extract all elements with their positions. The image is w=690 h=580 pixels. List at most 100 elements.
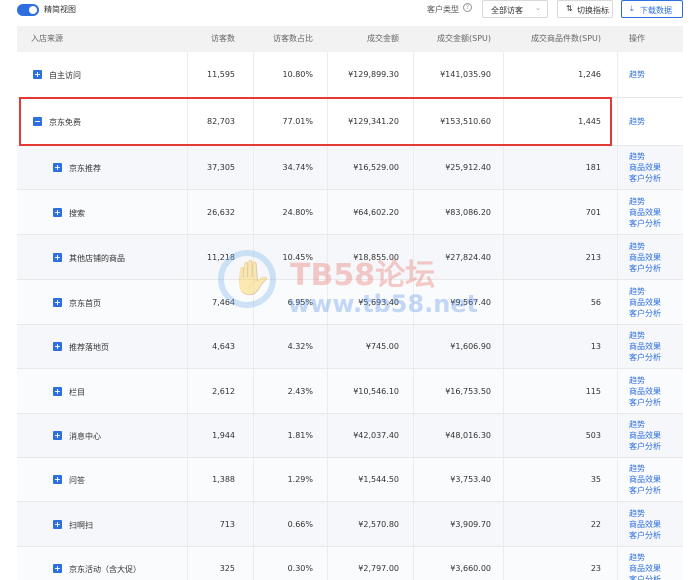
download-icon: ⤓ xyxy=(630,4,634,13)
actions-cell: 趋势 xyxy=(629,69,645,80)
actions-cell: 趋势 商品效果 客户分析 xyxy=(629,241,661,274)
cell-source: 京东推荐 xyxy=(69,164,101,173)
expand-icon[interactable]: + xyxy=(53,475,62,484)
header-actions: 操作 xyxy=(629,34,645,43)
action-link[interactable]: 趋势 xyxy=(629,552,661,563)
action-link[interactable]: 客户分析 xyxy=(629,173,661,184)
cell-amount-spu: ¥153,510.60 xyxy=(440,117,491,126)
action-link[interactable]: 客户分析 xyxy=(629,574,661,580)
action-link[interactable]: 趋势 xyxy=(629,196,661,207)
action-link[interactable]: 客户分析 xyxy=(629,530,661,541)
action-link[interactable]: 客户分析 xyxy=(629,218,661,229)
cell-ratio: 6.95% xyxy=(287,298,313,307)
action-link[interactable]: 趋势 xyxy=(629,241,661,252)
cell-visitors: 1,944 xyxy=(212,431,235,440)
table-row: + 搜索 26,632 24.80% ¥64,602.20 ¥83,086.20 701 趋势… xyxy=(17,190,683,235)
action-link[interactable]: 商品效果 xyxy=(629,474,661,485)
action-link[interactable]: 商品效果 xyxy=(629,386,661,397)
cell-source: 问答 xyxy=(69,476,85,485)
table-row: + 消息中心 1,944 1.81% ¥42,037.40 ¥48,016.30 503 趋势… xyxy=(17,414,683,458)
customer-type-value: 全部访客 xyxy=(491,6,523,15)
table-row: + 京东首页 7,464 6.95% ¥5,693.40 ¥9,567.40 56 趋势 商品效… xyxy=(17,280,683,325)
actions-cell: 趋势 商品效果 客户分析 xyxy=(629,330,661,363)
action-link[interactable]: 商品效果 xyxy=(629,162,661,173)
cell-amount: ¥10,546.10 xyxy=(353,387,399,396)
cell-ratio: 1.29% xyxy=(287,475,313,484)
column-divider xyxy=(617,502,618,546)
expand-icon[interactable]: + xyxy=(53,298,62,307)
expand-icon[interactable]: + xyxy=(33,70,42,79)
cell-visitors: 37,305 xyxy=(207,163,235,172)
action-link[interactable]: 趋势 xyxy=(629,419,661,430)
action-link[interactable]: 趋势 xyxy=(629,463,661,474)
cell-items-spu: 56 xyxy=(590,298,601,307)
cell-amount-spu: ¥3,909.70 xyxy=(450,520,491,529)
action-link[interactable]: 商品效果 xyxy=(629,563,661,574)
expand-icon[interactable]: + xyxy=(53,163,62,172)
actions-cell: 趋势 商品效果 客户分析 xyxy=(629,196,661,229)
action-link[interactable]: 商品效果 xyxy=(629,297,661,308)
action-link[interactable]: 商品效果 xyxy=(629,207,661,218)
action-link[interactable]: 商品效果 xyxy=(629,252,661,263)
action-link[interactable]: 趋势 xyxy=(629,508,661,519)
expand-icon[interactable]: + xyxy=(53,208,62,217)
action-link[interactable]: 客户分析 xyxy=(629,441,661,452)
action-link[interactable]: 客户分析 xyxy=(629,263,661,274)
action-link[interactable]: 趋势 xyxy=(629,69,645,80)
column-divider xyxy=(617,547,618,580)
expand-icon[interactable]: + xyxy=(53,520,62,529)
help-icon[interactable]: ? xyxy=(463,3,472,12)
actions-cell: 趋势 商品效果 客户分析 xyxy=(629,463,661,496)
action-link[interactable]: 商品效果 xyxy=(629,341,661,352)
action-link[interactable]: 趋势 xyxy=(629,330,661,341)
expand-icon[interactable]: + xyxy=(53,253,62,262)
column-divider xyxy=(617,458,618,501)
download-label: 下载数据 xyxy=(640,6,672,15)
action-link[interactable]: 客户分析 xyxy=(629,308,661,319)
cell-visitors: 4,643 xyxy=(212,342,235,351)
action-link[interactable]: 趋势 xyxy=(629,151,661,162)
switch-indicator-button[interactable]: ⇅ 切换指标 xyxy=(557,0,613,18)
swap-icon: ⇅ xyxy=(566,4,573,13)
expand-icon[interactable]: + xyxy=(53,387,62,396)
cell-source: 栏目 xyxy=(69,388,85,397)
cell-amount-spu: ¥9,567.40 xyxy=(450,298,491,307)
cell-visitors: 1,388 xyxy=(212,475,235,484)
column-divider xyxy=(617,369,618,413)
table-row: + 京东推荐 37,305 34.74% ¥16,529.00 ¥25,912.40 181… xyxy=(17,146,683,190)
column-divider xyxy=(617,146,618,189)
cell-ratio: 2.43% xyxy=(287,387,313,396)
action-link[interactable]: 客户分析 xyxy=(629,397,661,408)
actions-cell: 趋势 商品效果 客户分析 xyxy=(629,419,661,452)
expand-icon[interactable]: + xyxy=(53,342,62,351)
cell-items-spu: 115 xyxy=(585,387,601,396)
customer-type-select[interactable]: 全部访客 ⌄ xyxy=(482,0,548,18)
cell-source: 扫啊扫 xyxy=(69,521,93,530)
action-link[interactable]: 趋势 xyxy=(629,116,645,127)
collapse-icon[interactable]: − xyxy=(33,117,42,126)
expand-icon[interactable]: + xyxy=(53,564,62,573)
cell-amount: ¥18,855.00 xyxy=(353,253,399,262)
action-link[interactable]: 客户分析 xyxy=(629,352,661,363)
cell-ratio: 1.81% xyxy=(287,431,313,440)
action-link[interactable]: 商品效果 xyxy=(629,430,661,441)
cell-visitors: 7,464 xyxy=(212,298,235,307)
cell-ratio: 77.01% xyxy=(282,117,313,126)
table-row: + 扫啊扫 713 0.66% ¥2,570.80 ¥3,909.70 22 趋势 商品效果 客户… xyxy=(17,502,683,547)
action-link[interactable]: 客户分析 xyxy=(629,485,661,496)
simple-view-toggle[interactable] xyxy=(17,4,39,16)
action-link[interactable]: 商品效果 xyxy=(629,519,661,530)
cell-amount: ¥1,544.50 xyxy=(358,475,399,484)
column-divider xyxy=(617,280,618,324)
cell-items-spu: 701 xyxy=(585,208,601,217)
cell-amount: ¥2,797.00 xyxy=(358,564,399,573)
expand-icon[interactable]: + xyxy=(53,431,62,440)
action-link[interactable]: 趋势 xyxy=(629,286,661,297)
cell-source: 其他店铺的商品 xyxy=(69,254,125,263)
header-visitors: 访客数 xyxy=(211,34,235,43)
action-link[interactable]: 趋势 xyxy=(629,375,661,386)
cell-visitors: 325 xyxy=(219,564,235,573)
table-row: − 京东免费 82,703 77.01% ¥129,341.20 ¥153,510.60 1… xyxy=(17,98,683,146)
column-divider xyxy=(617,325,618,368)
download-button[interactable]: ⤓ 下载数据 xyxy=(621,0,683,18)
